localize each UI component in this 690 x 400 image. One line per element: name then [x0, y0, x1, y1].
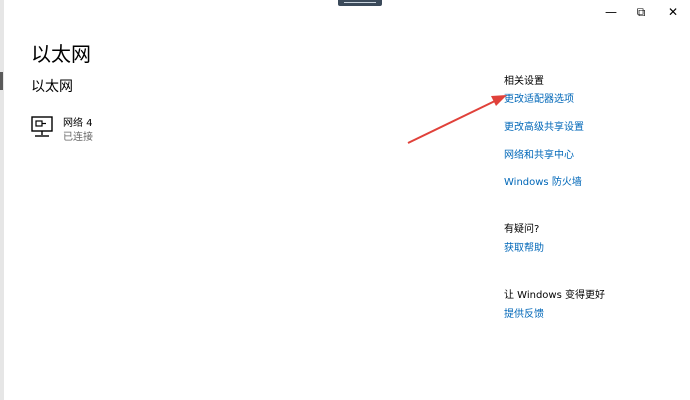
give-feedback-link[interactable]: 提供反馈: [504, 305, 544, 320]
windows-firewall-link[interactable]: Windows 防火墙: [504, 173, 582, 188]
get-help-link[interactable]: 获取帮助: [504, 239, 544, 254]
close-button[interactable]: ✕: [662, 3, 684, 21]
help-heading: 有疑问?: [504, 224, 540, 235]
left-edge-strip: [0, 0, 4, 400]
network-sharing-center-link[interactable]: 网络和共享中心: [504, 146, 574, 161]
feedback-heading: 让 Windows 变得更好: [504, 290, 605, 301]
network-status: 已连接: [63, 132, 93, 143]
scroll-indicator[interactable]: [0, 72, 3, 90]
advanced-sharing-link[interactable]: 更改高级共享设置: [504, 118, 584, 133]
minimize-button[interactable]: —: [600, 3, 622, 21]
section-title: 以太网: [31, 79, 73, 95]
network-connection-item[interactable]: 网络 4 已连接: [31, 112, 191, 146]
related-settings-heading: 相关设置: [504, 76, 544, 87]
change-adapter-options-link[interactable]: 更改适配器选项: [504, 90, 574, 105]
annotation-arrow: [407, 95, 507, 144]
network-pc-icon: [31, 116, 53, 137]
window-drag-handle[interactable]: [338, 0, 382, 6]
network-name: 网络 4: [63, 118, 93, 129]
maximize-button[interactable]: ⧉: [630, 3, 652, 21]
page-title: 以太网: [31, 42, 91, 66]
